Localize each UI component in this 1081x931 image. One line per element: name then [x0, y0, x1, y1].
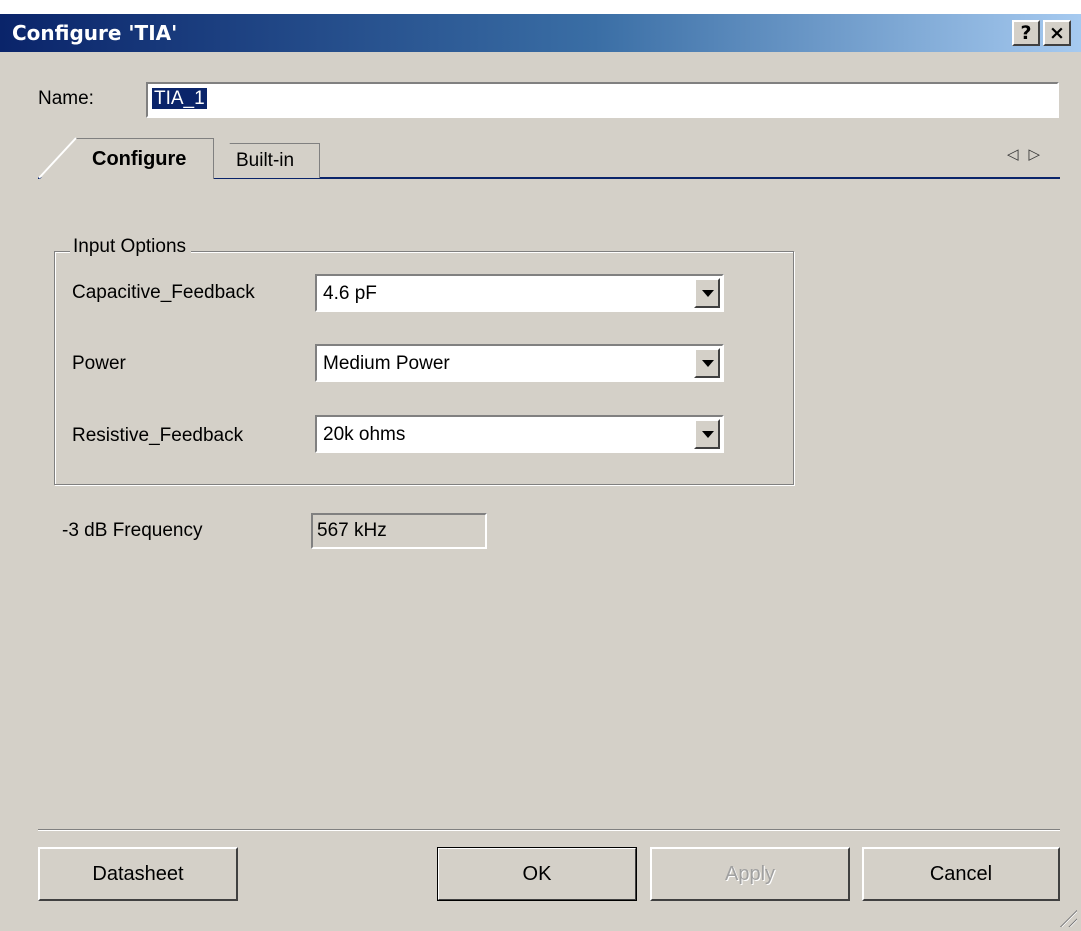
- top-strip: [0, 0, 1081, 14]
- power-label: Power: [72, 353, 126, 374]
- tab-scroll-arrows[interactable]: ◁▷: [1007, 145, 1050, 163]
- ok-button-label: OK: [522, 863, 552, 885]
- capacitive-feedback-label: Capacitive_Feedback: [72, 282, 255, 303]
- tab-built-in[interactable]: Built-in: [210, 143, 320, 178]
- tab-scroll-left-icon[interactable]: ◁: [1007, 145, 1029, 163]
- chevron-down-icon[interactable]: [694, 278, 720, 308]
- close-button[interactable]: ×: [1043, 20, 1071, 46]
- chevron-down-icon[interactable]: [694, 348, 720, 378]
- chevron-down-icon[interactable]: [694, 419, 720, 449]
- tab-scroll-right-icon[interactable]: ▷: [1029, 145, 1051, 163]
- button-separator: [38, 829, 1060, 831]
- resize-grip-icon[interactable]: [1057, 907, 1077, 927]
- input-options-title: Input Options: [70, 236, 192, 258]
- name-value: TIA_1: [152, 88, 207, 109]
- help-button[interactable]: ?: [1012, 20, 1040, 46]
- window-title: Configure 'TIA': [12, 21, 178, 45]
- title-bar[interactable]: Configure 'TIA' ? ×: [0, 14, 1081, 52]
- capacitive-feedback-value: 4.6 pF: [323, 283, 377, 304]
- frequency-label: -3 dB Frequency: [62, 520, 203, 541]
- tab-configure-edge: [38, 137, 77, 179]
- name-input[interactable]: TIA_1: [146, 82, 1059, 118]
- configure-dialog: Configure 'TIA' ? × Name: TIA_1 Built-in…: [0, 0, 1081, 931]
- ok-button[interactable]: OK: [437, 847, 637, 901]
- tab-configure-label: Configure: [92, 148, 187, 170]
- power-value: Medium Power: [323, 353, 450, 374]
- resistive-feedback-value: 20k ohms: [323, 424, 406, 445]
- resistive-feedback-select[interactable]: 20k ohms: [315, 415, 724, 453]
- name-label: Name:: [38, 88, 94, 109]
- datasheet-button-label: Datasheet: [92, 863, 184, 885]
- tab-built-in-label: Built-in: [236, 150, 295, 171]
- power-select[interactable]: Medium Power: [315, 344, 724, 382]
- frequency-value: 567 kHz: [317, 520, 387, 541]
- apply-button-label: Apply: [724, 863, 776, 885]
- resistive-feedback-label: Resistive_Feedback: [72, 425, 244, 446]
- cancel-button-label: Cancel: [929, 863, 993, 885]
- frequency-field: 567 kHz: [311, 513, 487, 549]
- datasheet-button[interactable]: Datasheet: [38, 847, 238, 901]
- cancel-button[interactable]: Cancel: [862, 847, 1060, 901]
- apply-button[interactable]: Apply: [650, 847, 850, 901]
- capacitive-feedback-select[interactable]: 4.6 pF: [315, 274, 724, 312]
